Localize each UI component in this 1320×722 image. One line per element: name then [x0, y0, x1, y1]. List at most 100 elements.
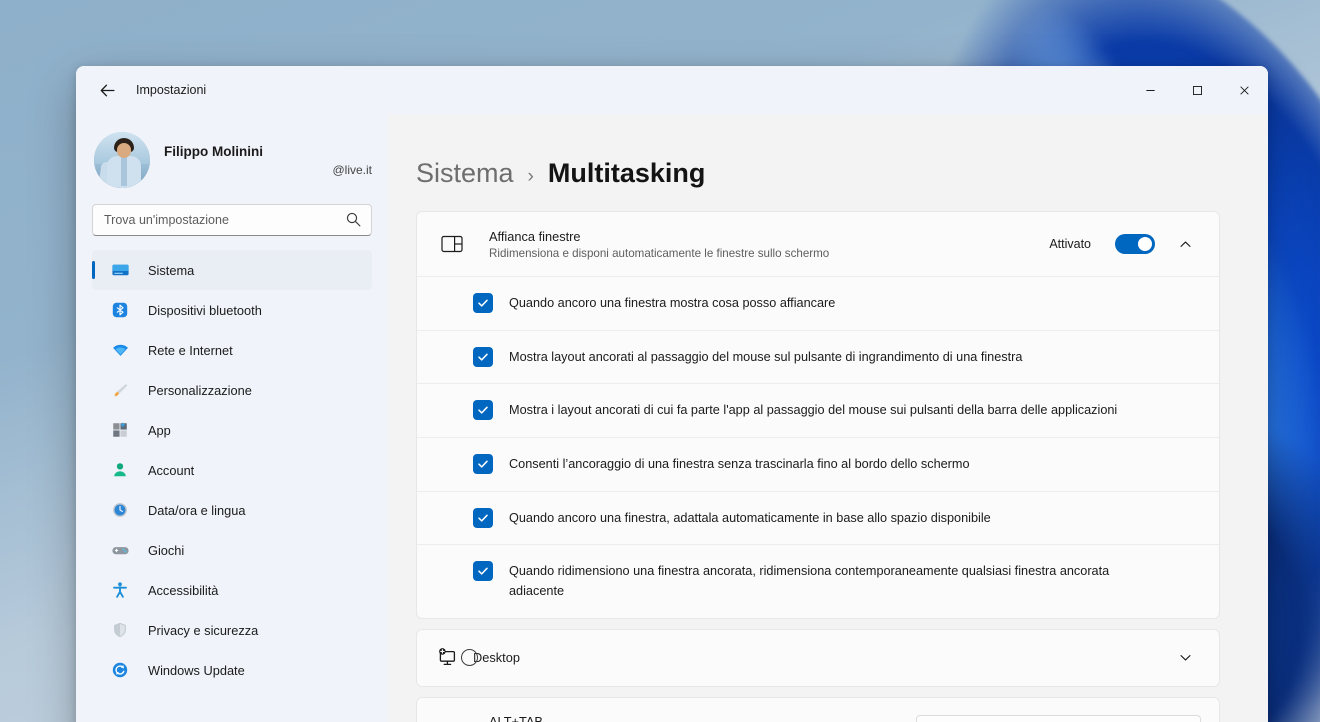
- checkbox[interactable]: [473, 561, 493, 582]
- sidebar-item-label: Giochi: [148, 542, 185, 558]
- desktop-card-expand-button[interactable]: [1169, 642, 1201, 674]
- sidebar-item-label: Privacy e sicurezza: [148, 622, 259, 638]
- sidebar-item-label: Data/ora e lingua: [148, 502, 246, 518]
- alttab-dropdown[interactable]: Apri finestre e le 3 schede più recenti …: [916, 714, 1201, 722]
- sidebar-item-rete-e-internet[interactable]: Rete e Internet: [92, 330, 372, 370]
- minimize-icon: [1146, 89, 1155, 91]
- account-email: @live.it: [332, 162, 372, 177]
- snap-windows-subtitle: Ridimensiona e disponi automaticamente l…: [489, 246, 830, 260]
- checkbox-label: Mostra layout ancorati al passaggio del …: [509, 349, 1023, 364]
- maximize-icon: [1193, 85, 1202, 95]
- snap-checkbox-row[interactable]: Quando ridimensiono una finestra ancorat…: [417, 544, 1219, 617]
- sidebar-item-label: Rete e Internet: [148, 342, 233, 358]
- alttab-card: ALT+TAB Premendo ALT + TAB compare Apri …: [416, 696, 1220, 722]
- checkbox[interactable]: [473, 454, 493, 475]
- maximize-button[interactable]: [1174, 66, 1221, 114]
- wifi-icon: [110, 340, 130, 360]
- checkbox-label: Quando ridimensiono una finestra ancorat…: [509, 564, 1110, 599]
- sidebar-item-giochi[interactable]: Giochi: [92, 530, 372, 570]
- close-button[interactable]: [1221, 66, 1268, 114]
- avatar: [94, 132, 150, 188]
- checkbox-label: Consenti l’ancoraggio di una finestra se…: [509, 457, 970, 472]
- checkmark-icon: [478, 460, 488, 468]
- snap-windows-header[interactable]: Affianca finestre Ridimensiona e disponi…: [417, 212, 1219, 276]
- sidebar-item-account[interactable]: Account: [92, 450, 372, 490]
- desktop-card: Desktop: [416, 628, 1220, 687]
- shield-icon: [110, 620, 130, 640]
- account-block[interactable]: Filippo Molinini @live.it: [92, 124, 372, 196]
- sidebar-item-dispositivi-bluetooth[interactable]: Dispositivi bluetooth: [92, 290, 372, 330]
- desktop-card-header[interactable]: Desktop: [417, 630, 1219, 686]
- sidebar-item-label: Dispositivi bluetooth: [148, 302, 262, 318]
- sidebar-item-privacy-e-sicurezza[interactable]: Privacy e sicurezza: [92, 610, 372, 650]
- snap-windows-title: Affianca finestre: [489, 228, 581, 244]
- window-controls: [1127, 66, 1268, 114]
- breadcrumb: Sistema › Multitasking: [416, 114, 1268, 211]
- checkmark-icon: [478, 567, 488, 576]
- sidebar-item-personalizzazione[interactable]: Personalizzazione: [92, 370, 372, 410]
- sidebar-item-label: Personalizzazione: [148, 382, 252, 398]
- snap-card-collapse-button[interactable]: [1169, 228, 1201, 260]
- desktop-background: Impostazioni Filippo Molinini @live.it T…: [0, 0, 1320, 722]
- page-title: Multitasking: [547, 158, 706, 188]
- snap-checkbox-row[interactable]: Mostra layout ancorati al passaggio del …: [417, 329, 1219, 384]
- close-icon: [1240, 85, 1249, 95]
- checkbox-label: Quando ancoro una finestra, adattala aut…: [509, 510, 991, 525]
- alttab-title: ALT+TAB: [489, 714, 543, 722]
- window-body: Filippo Molinini @live.it Trova un'impos…: [76, 114, 1268, 722]
- paintbrush-icon: [110, 380, 130, 400]
- checkmark-icon: [478, 353, 488, 361]
- snap-checkbox-row[interactable]: Quando ancoro una finestra, adattala aut…: [417, 490, 1219, 545]
- sidebar-item-label: App: [148, 422, 171, 438]
- sidebar-item-sistema[interactable]: Sistema: [92, 250, 372, 290]
- clock-globe-icon: [110, 500, 130, 520]
- search-input[interactable]: [92, 204, 372, 236]
- person-icon: [110, 460, 130, 480]
- main-content: Sistema › Multitasking Affianca finestre…: [388, 114, 1268, 722]
- monitor-icon: [110, 260, 130, 280]
- checkbox[interactable]: [473, 293, 493, 313]
- bluetooth-icon: [110, 300, 130, 320]
- back-arrow-icon: [100, 84, 115, 96]
- sidebar-item-label: Accessibilità: [148, 582, 219, 598]
- accessibility-icon: [110, 580, 130, 600]
- sidebar-nav: Sistema Dispositivi bluetooth Rete e Int…: [92, 250, 372, 690]
- desktop-card-title: Desktop: [473, 650, 520, 666]
- checkmark-icon: [478, 514, 488, 522]
- snap-windows-toggle[interactable]: [1115, 234, 1155, 254]
- update-refresh-icon: [110, 660, 130, 680]
- sidebar-item-label: Windows Update: [148, 662, 245, 678]
- breadcrumb-separator: ›: [527, 166, 534, 187]
- back-button[interactable]: [90, 73, 124, 107]
- snap-layouts-icon: [439, 235, 465, 253]
- title-bar: Impostazioni: [76, 66, 1268, 114]
- sidebar-item-accessibilita[interactable]: Accessibilità: [92, 570, 372, 610]
- checkbox-label: Mostra i layout ancorati di cui fa parte…: [509, 403, 1118, 418]
- app-title: Impostazioni: [136, 83, 207, 97]
- checkmark-icon: [478, 406, 488, 415]
- search-box: [92, 204, 372, 236]
- checkbox[interactable]: [473, 400, 493, 421]
- sidebar-item-windows-update[interactable]: Windows Update: [92, 650, 372, 690]
- alttab-card-row: ALT+TAB Premendo ALT + TAB compare Apri …: [417, 698, 1219, 722]
- snap-checkbox-row[interactable]: Consenti l’ancoraggio di una finestra se…: [417, 437, 1219, 491]
- minimize-button[interactable]: [1127, 66, 1174, 114]
- snap-checkbox-row[interactable]: Quando ancoro una finestra mostra cosa p…: [417, 276, 1219, 330]
- snap-checkbox-row[interactable]: Mostra i layout ancorati di cui fa parte…: [417, 383, 1219, 437]
- sidebar-item-app[interactable]: App: [92, 410, 372, 450]
- sidebar-item-data-ora-e-lingua[interactable]: Data/ora e lingua: [92, 490, 372, 530]
- checkbox[interactable]: [473, 346, 493, 367]
- settings-window: Impostazioni Filippo Molinini @live.it T…: [76, 66, 1268, 722]
- checkbox-label: Quando ancoro una finestra mostra cosa p…: [509, 296, 836, 310]
- breadcrumb-parent[interactable]: Sistema: [416, 158, 514, 189]
- snap-windows-card: Affianca finestre Ridimensiona e disponi…: [416, 211, 1220, 619]
- sidebar-item-label: Account: [148, 462, 195, 478]
- snap-toggle-state-label: Attivato: [1049, 237, 1091, 251]
- sidebar-item-label: Sistema: [148, 262, 195, 278]
- account-name: Filippo Molinini: [164, 143, 263, 159]
- apps-grid-icon: [110, 420, 130, 440]
- checkmark-icon: [478, 299, 488, 307]
- chevron-up-icon: [1179, 241, 1191, 247]
- checkbox[interactable]: [473, 507, 493, 528]
- add-desktop-icon: [435, 647, 461, 668]
